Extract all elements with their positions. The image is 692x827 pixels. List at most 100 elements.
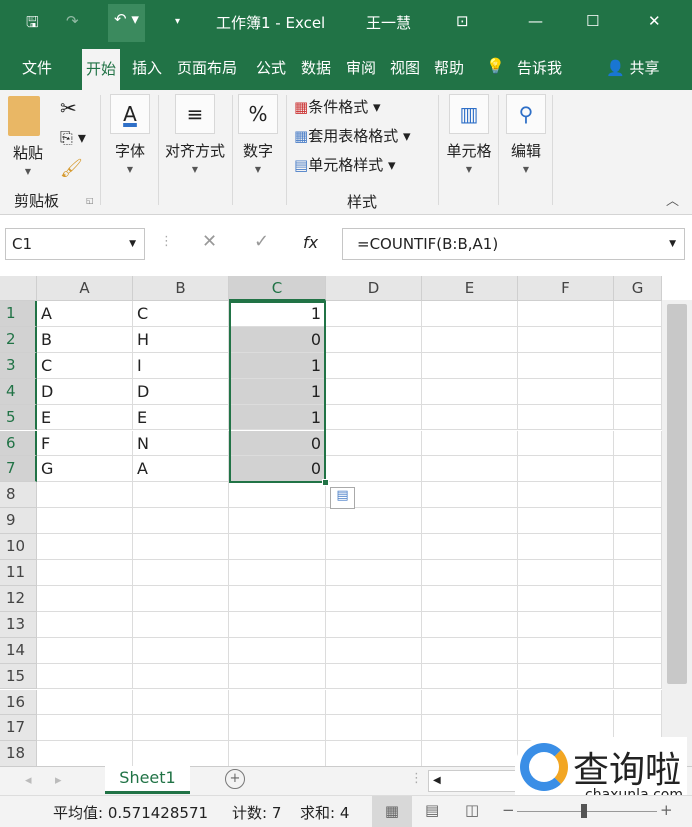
vertical-scrollbar[interactable] [662, 300, 692, 766]
add-sheet-icon[interactable]: + [225, 769, 245, 789]
cell-styles-button[interactable]: ▤单元格样式 ▾ [294, 154, 396, 175]
conditional-formatting-button[interactable]: ▦条件格式 ▾ [294, 96, 381, 117]
tab-review[interactable]: 审阅 [346, 57, 376, 78]
user-name[interactable]: 王一慧 [366, 12, 411, 33]
cell[interactable] [37, 741, 133, 768]
cell[interactable]: 0 [229, 326, 326, 353]
cell[interactable] [614, 585, 662, 612]
cell[interactable] [422, 404, 518, 431]
cell[interactable] [422, 741, 518, 768]
cell[interactable] [133, 482, 229, 509]
cell[interactable] [614, 326, 662, 353]
scroll-thumb[interactable] [667, 304, 687, 684]
cell[interactable] [422, 326, 518, 353]
tell-me-search[interactable]: 告诉我 [517, 57, 562, 78]
cell[interactable] [229, 689, 326, 716]
cell[interactable] [614, 301, 662, 327]
cell[interactable] [37, 482, 133, 509]
quick-analysis-icon[interactable]: ▤ [330, 487, 355, 509]
zoom-slider-thumb[interactable] [581, 804, 587, 818]
column-header-A[interactable]: A [37, 276, 133, 301]
cancel-icon[interactable]: ✕ [202, 231, 217, 252]
cell[interactable]: E [133, 404, 229, 431]
column-header-E[interactable]: E [422, 276, 518, 301]
cell[interactable] [133, 508, 229, 535]
cell[interactable] [37, 611, 133, 638]
cell[interactable] [422, 585, 518, 612]
cell[interactable] [518, 430, 614, 457]
cell[interactable] [229, 741, 326, 768]
row-header[interactable]: 6 [0, 430, 37, 457]
number-button[interactable]: % 数字 ▼ [236, 94, 280, 174]
column-header-C[interactable]: C [229, 276, 326, 301]
horizontal-scrollbar[interactable]: ◀ [428, 770, 518, 792]
cell[interactable]: 1 [229, 301, 326, 327]
cell[interactable]: C [133, 301, 229, 327]
cell[interactable] [614, 430, 662, 457]
cell[interactable] [422, 430, 518, 457]
cell[interactable] [326, 534, 422, 560]
zoom-out-icon[interactable]: − [502, 801, 515, 819]
cell[interactable]: N [133, 430, 229, 457]
cell[interactable] [326, 508, 422, 535]
column-header-G[interactable]: G [614, 276, 662, 301]
cell[interactable] [37, 715, 133, 742]
cell[interactable] [133, 560, 229, 586]
cell[interactable]: F [37, 430, 133, 457]
cell[interactable]: D [133, 378, 229, 405]
collapse-ribbon-icon[interactable]: ︿ [666, 190, 679, 209]
cell[interactable] [37, 560, 133, 586]
row-header[interactable]: 2 [0, 326, 37, 353]
cut-icon[interactable]: ✂ [60, 96, 77, 120]
column-header-D[interactable]: D [326, 276, 422, 301]
cell[interactable] [614, 482, 662, 509]
cell[interactable] [422, 508, 518, 535]
cell[interactable] [326, 456, 422, 483]
cell[interactable] [229, 534, 326, 560]
cell[interactable] [422, 560, 518, 586]
cell[interactable] [422, 534, 518, 560]
cell[interactable] [37, 689, 133, 716]
cell[interactable] [422, 378, 518, 405]
row-header[interactable]: 16 [0, 689, 37, 716]
tab-help[interactable]: 帮助 [434, 57, 464, 78]
cell[interactable] [518, 585, 614, 612]
cell[interactable] [422, 637, 518, 664]
prev-sheet-icon[interactable]: ◂ [25, 773, 32, 788]
cell[interactable] [518, 689, 614, 716]
splitter-icon[interactable]: ⋮ [410, 771, 423, 786]
cell[interactable] [37, 585, 133, 612]
insert-function-icon[interactable]: fx [303, 233, 318, 252]
cell[interactable] [614, 689, 662, 716]
copy-icon[interactable]: ⎘ ▾ [60, 128, 86, 148]
minimize-icon[interactable]: — [528, 12, 543, 30]
name-box[interactable]: C1 ▼ [5, 228, 145, 260]
cell[interactable] [133, 689, 229, 716]
cell[interactable] [614, 534, 662, 560]
select-all-button[interactable] [0, 276, 37, 301]
fill-handle[interactable] [322, 479, 329, 486]
cell[interactable] [422, 301, 518, 327]
cell[interactable] [518, 611, 614, 638]
cell[interactable] [326, 585, 422, 612]
row-header[interactable]: 11 [0, 560, 37, 586]
cell[interactable] [326, 301, 422, 327]
tab-formulas[interactable]: 公式 [256, 57, 286, 78]
cells-button[interactable]: ▥ 单元格 ▼ [444, 94, 494, 174]
row-header[interactable]: 15 [0, 663, 37, 690]
cell[interactable] [326, 352, 422, 379]
cell[interactable] [229, 585, 326, 612]
cell[interactable] [229, 637, 326, 664]
cell[interactable] [229, 663, 326, 690]
cell[interactable] [518, 663, 614, 690]
customize-qat-icon[interactable]: ▾ [175, 16, 180, 27]
zoom-in-icon[interactable]: + [660, 801, 673, 819]
row-header[interactable]: 14 [0, 637, 37, 664]
cell[interactable] [229, 715, 326, 742]
row-header[interactable]: 13 [0, 611, 37, 638]
save-icon[interactable]: 🖫 [26, 12, 39, 37]
cell[interactable]: 1 [229, 352, 326, 379]
cell[interactable] [133, 534, 229, 560]
column-header-B[interactable]: B [133, 276, 229, 301]
cell[interactable]: B [37, 326, 133, 353]
